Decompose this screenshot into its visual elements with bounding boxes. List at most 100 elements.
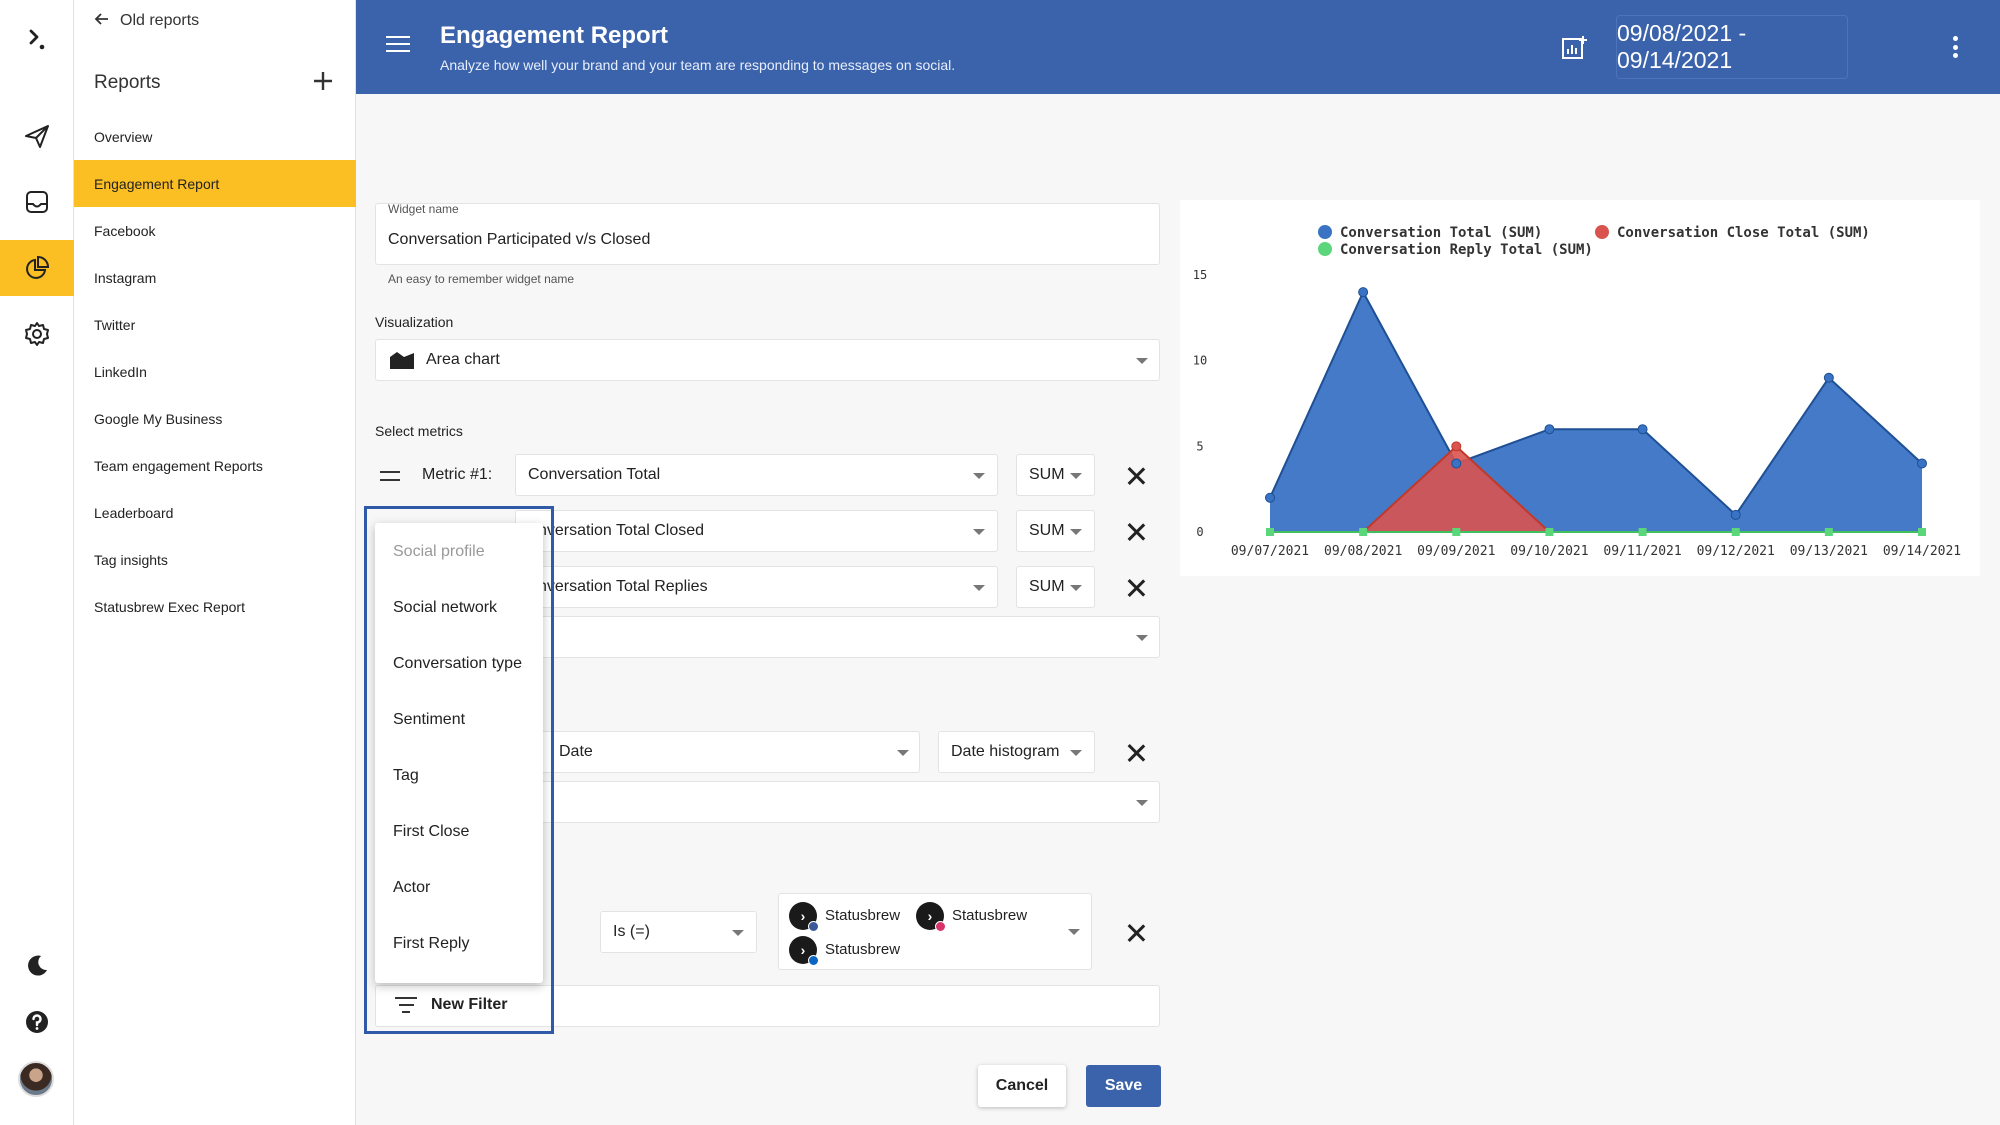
metric-1-value: Conversation Total [528,466,661,483]
remove-group-by-icon[interactable] [1124,741,1148,765]
data-point [1917,458,1927,469]
filter-profile-name: Statusbrew [825,941,901,958]
legend-marker [1318,225,1332,239]
dropdown-item-tag[interactable]: Tag [393,767,419,785]
inbox-icon[interactable] [0,174,74,230]
y-tick-label: 0 [1196,525,1203,539]
dropdown-item-first-reply[interactable]: First Reply [393,935,469,953]
widget-name-label: Widget name [388,202,459,216]
data-point [1359,528,1368,536]
page-header: Engagement Report Analyze how well your … [356,0,2000,94]
add-report-button[interactable] [309,70,337,98]
data-point [1452,528,1461,536]
more-options-icon[interactable] [1952,36,1958,58]
dropdown-item-conversation-type[interactable]: Conversation type [393,655,522,673]
avatar[interactable] [18,1061,54,1097]
moon-icon[interactable] [0,938,74,994]
metric-2-agg-select[interactable]: SUM [1016,510,1095,552]
chevron-down-icon [1136,800,1148,806]
filter-profile-name: Statusbrew [952,907,1028,924]
gear-icon[interactable] [0,306,74,362]
save-button[interactable]: Save [1086,1065,1161,1107]
filter-operator-value: Is (=) [613,923,650,940]
date-range-picker[interactable]: 09/08/2021 - 09/14/2021 [1616,15,1848,79]
data-point [1824,528,1833,536]
old-reports-link[interactable]: Old reports [94,10,199,32]
remove-metric-2-icon[interactable] [1124,520,1148,544]
chevron-down-icon [1070,750,1082,756]
chevron-down-icon [973,529,985,535]
x-tick-label: 09/13/2021 [1790,544,1868,559]
metric-1-agg-select[interactable]: SUM [1016,454,1095,496]
filter-field-dropdown: Social profile Social network Conversati… [375,523,543,983]
metric-1-select[interactable]: Conversation Total [515,454,998,496]
remove-metric-1-icon[interactable] [1124,464,1148,488]
pie-chart-icon[interactable] [0,240,74,296]
add-chart-icon[interactable] [1560,34,1588,62]
data-point [1731,528,1740,536]
data-point [1638,528,1647,536]
drag-handle-icon[interactable] [380,471,400,481]
paper-plane-icon[interactable] [0,108,74,164]
group-by-agg-select[interactable]: Date histogram [938,731,1095,773]
x-tick-label: 09/12/2021 [1697,544,1775,559]
chevron-down-icon [732,930,744,936]
data-point [1266,528,1274,536]
dropdown-item-first-close[interactable]: First Close [393,823,469,841]
group-by-select[interactable]: Date [515,731,920,773]
sidebar-item-tag-insights[interactable]: Tag insights [74,536,356,583]
help-icon[interactable] [0,994,74,1050]
data-point [1637,424,1648,435]
page-subtitle: Analyze how well your brand and your tea… [440,57,956,73]
x-tick-label: 09/07/2021 [1231,544,1309,559]
visualization-value: Area chart [426,351,500,368]
metric-2-agg-value: SUM [1029,522,1065,539]
legend-marker [1595,225,1609,239]
sidebar-item-leaderboard[interactable]: Leaderboard [74,489,356,536]
sidebar-item-instagram[interactable]: Instagram [74,254,356,301]
chevron-down-icon [1070,529,1082,535]
y-tick-label: 15 [1193,268,1207,282]
app-rail [0,0,74,1125]
sidebar-item-statusbrew-exec-report[interactable]: Statusbrew Exec Report [74,583,356,630]
new-filter-button[interactable]: New Filter [395,988,507,1022]
page-title: Engagement Report [440,22,669,49]
cancel-button[interactable]: Cancel [978,1065,1066,1107]
visualization-label: Visualization [375,314,454,330]
sidebar-item-team-engagement-reports[interactable]: Team engagement Reports [74,442,356,489]
hamburger-menu-icon[interactable] [386,36,410,56]
sidebar-item-overview[interactable]: Overview [74,113,356,160]
statusbrew-profile-avatar: › [916,902,946,932]
statusbrew-profile-avatar: › [789,902,819,932]
metric-2-select[interactable]: nversation Total Closed [515,510,998,552]
sidebar-item-twitter[interactable]: Twitter [74,301,356,348]
filter-profiles-select[interactable]: › Statusbrew › Statusbrew › Statusbrew [778,893,1092,970]
sidebar-item-engagement-report[interactable]: Engagement Report [74,160,356,207]
visualization-select[interactable]: Area chart [375,339,1160,381]
data-point [1544,424,1555,435]
reports-title: Reports [94,72,161,93]
reports-sidebar: Old reports Reports Overview Engagement … [74,0,356,1125]
metric-3-agg-select[interactable]: SUM [1016,566,1095,608]
dropdown-item-sentiment[interactable]: Sentiment [393,711,465,729]
select-metrics-label: Select metrics [375,423,463,439]
metric-1-label: Metric #1: [422,466,493,483]
remove-filter-icon[interactable] [1124,921,1148,945]
data-point [1823,372,1834,383]
sidebar-item-facebook[interactable]: Facebook [74,207,356,254]
widget-name-field[interactable]: Widget name Conversation Participated v/… [375,202,1160,265]
remove-metric-3-icon[interactable] [1124,576,1148,600]
metric-3-select[interactable]: nversation Total Replies [515,566,998,608]
logo-icon[interactable] [0,12,74,68]
reports-list: Overview Engagement Report Facebook Inst… [74,113,356,630]
metric-1-agg-value: SUM [1029,466,1065,483]
dropdown-item-actor[interactable]: Actor [393,879,430,897]
sidebar-item-linkedin[interactable]: LinkedIn [74,348,356,395]
statusbrew-profile-avatar: › [789,936,819,966]
x-tick-label: 09/10/2021 [1510,544,1588,559]
data-point [1730,509,1741,520]
sidebar-item-google-my-business[interactable]: Google My Business [74,395,356,442]
widget-name-value: Conversation Participated v/s Closed [388,231,651,248]
dropdown-item-social-network[interactable]: Social network [393,599,497,617]
filter-operator-select[interactable]: Is (=) [600,911,757,953]
